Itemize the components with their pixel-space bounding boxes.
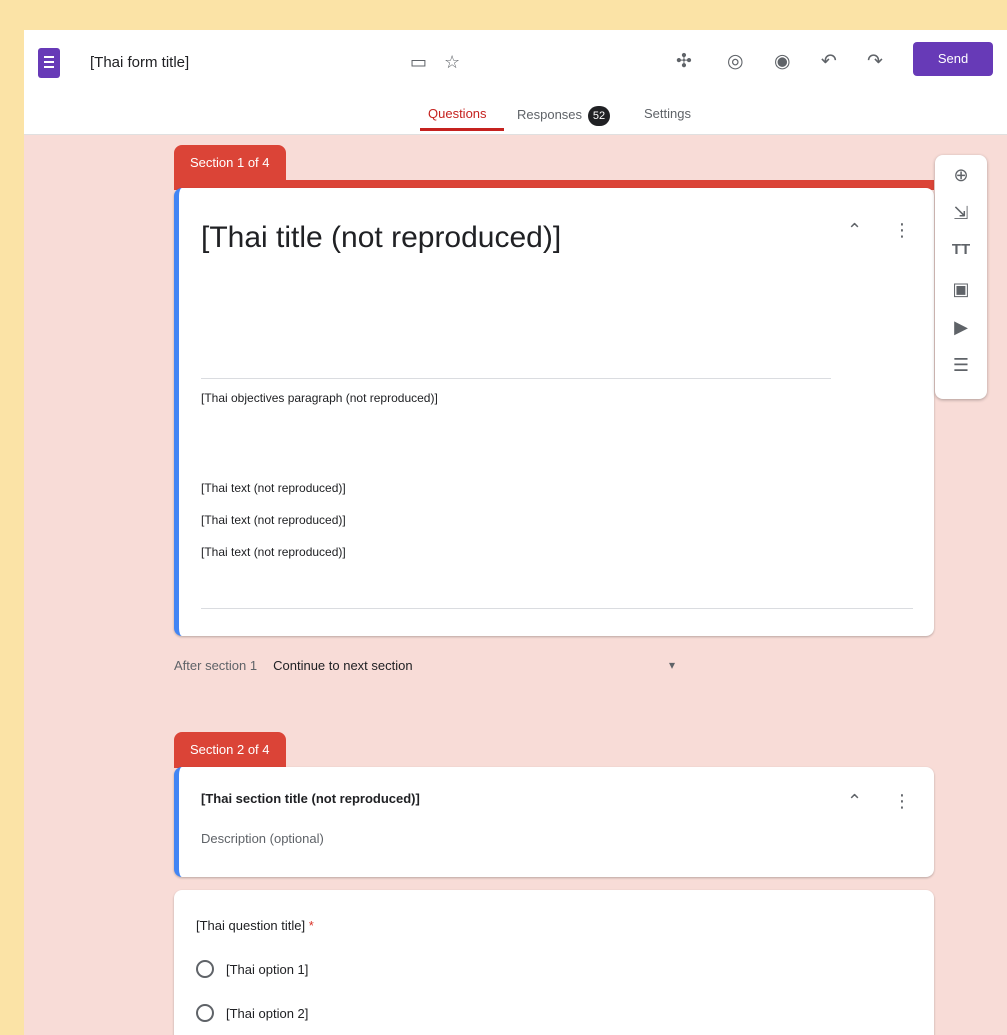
add-image-icon[interactable]: ▣ [949,279,973,300]
add-question-icon[interactable]: ⊕ [949,165,973,186]
forms-icon[interactable] [38,48,60,78]
tab-settings[interactable]: Settings [644,106,691,121]
section-2-title[interactable]: [Thai section title (not reproduced)] [201,789,420,809]
more-icon[interactable]: ⋮ [893,220,911,241]
section-1-tab: Section 1 of 4 [174,145,286,181]
more-icon[interactable]: ⋮ [893,791,911,812]
description-input[interactable]: Description (optional) [201,831,324,846]
add-section-icon[interactable]: ☰ [949,355,973,376]
title-underline [201,378,831,379]
option-2-label: [Thai option 2] [226,1006,309,1021]
question-title-text: [Thai question title] [196,918,306,933]
redo-icon[interactable]: ↷ [867,50,883,73]
top-bar: [Thai form title] ▭ ☆ ✣ ◎ ◉ ↶ ↷ Send Que… [24,30,1007,135]
form-part-1: [Thai text (not reproduced)] [201,513,346,527]
form-part-2: [Thai text (not reproduced)] [201,545,346,559]
forms-editor: [Thai form title] ▭ ☆ ✣ ◎ ◉ ↶ ↷ Send Que… [24,30,1007,1035]
send-button[interactable]: Send [913,42,993,76]
add-title-icon[interactable]: TT [949,241,973,258]
description-underline [201,608,913,609]
addon-icon[interactable]: ✣ [676,50,692,73]
required-asterisk: * [305,918,314,933]
collapse-icon[interactable]: ⌃ [847,220,862,241]
preview-icon[interactable]: ◉ [774,50,791,73]
dropdown-icon[interactable]: ▾ [669,658,675,672]
folder-icon[interactable]: ▭ [410,52,427,73]
palette-icon[interactable]: ◎ [727,50,744,73]
question-title: [Thai question title] * [196,916,314,936]
radio-option-1[interactable] [196,960,214,978]
form-objectives[interactable]: [Thai objectives paragraph (not reproduc… [201,388,921,408]
star-icon[interactable]: ☆ [444,52,460,73]
question-card[interactable]: [Thai question title] * [Thai option 1] … [174,890,934,1035]
tab-bar: Questions Responses 52 Settings [24,106,1007,134]
responses-count-badge: 52 [588,106,611,126]
option-1-label: [Thai option 1] [226,962,309,977]
add-video-icon[interactable]: ▶ [949,317,973,338]
form-title[interactable]: [Thai title (not reproduced)] [201,218,841,258]
section-2-tab: Section 2 of 4 [174,732,286,768]
after-section-value[interactable]: Continue to next section [273,658,412,673]
section-2-card[interactable]: [Thai section title (not reproduced)] ⌃ … [174,767,934,877]
document-title[interactable]: [Thai form title] [90,54,189,71]
collapse-icon[interactable]: ⌃ [847,791,862,812]
form-parts-intro: [Thai text (not reproduced)] [201,481,346,495]
tab-responses[interactable]: Responses 52 [517,106,611,126]
undo-icon[interactable]: ↶ [821,50,837,73]
after-section-control[interactable]: After section 1 Continue to next section [174,658,413,673]
tab-responses-label: Responses [517,107,583,122]
radio-option-2[interactable] [196,1004,214,1022]
tab-questions[interactable]: Questions [428,106,487,121]
section-1-card[interactable]: [Thai title (not reproduced)] ⌃ ⋮ [Thai … [174,188,934,636]
side-toolbar: ⊕ ⇲ TT ▣ ▶ ☰ [935,155,987,399]
import-questions-icon[interactable]: ⇲ [949,203,973,224]
after-section-label: After section 1 [174,658,258,673]
active-tab-indicator [420,128,504,131]
